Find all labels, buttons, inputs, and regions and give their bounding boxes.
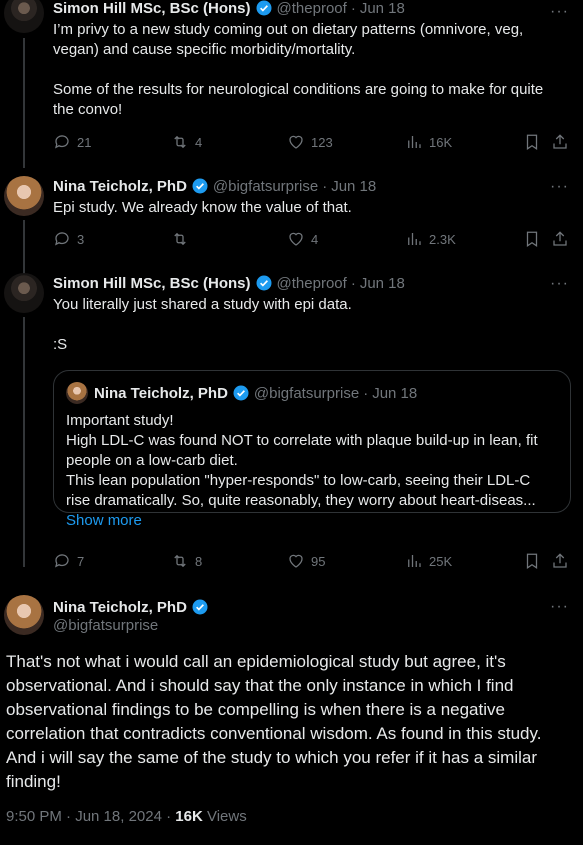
more-options-icon[interactable]: ···: [550, 598, 569, 616]
author-name[interactable]: Nina Teicholz, PhD: [53, 599, 187, 616]
tweet-metadata: 9:50 PM · Jun 18, 2024 · 16K Views: [6, 808, 247, 825]
tweet-line: observational findings to be compelling …: [6, 700, 505, 719]
main-tweet-header: Nina Teicholz, PhD: [53, 597, 213, 617]
views-count: 16K: [175, 808, 203, 825]
verified-badge-icon: [192, 599, 208, 615]
main-tweet: Nina Teicholz, PhD @bigfatsurprise ··· T…: [0, 0, 583, 845]
timestamp[interactable]: 9:50 PM · Jun 18, 2024 ·: [6, 808, 175, 825]
avatar[interactable]: [4, 595, 44, 635]
views-label: Views: [202, 808, 247, 825]
tweet-line: finding!: [6, 772, 61, 791]
tweet-line: observational. And i should say that the…: [6, 676, 514, 695]
main-tweet-text: That's not what i would call an epidemio…: [6, 650, 576, 794]
tweet-line: correlation that contradicts conventiona…: [6, 724, 542, 743]
tweet-line: That's not what i would call an epidemio…: [6, 652, 506, 671]
author-handle[interactable]: @bigfatsurprise: [53, 617, 158, 634]
tweet-line: And i will say the same of the study to …: [6, 748, 538, 767]
